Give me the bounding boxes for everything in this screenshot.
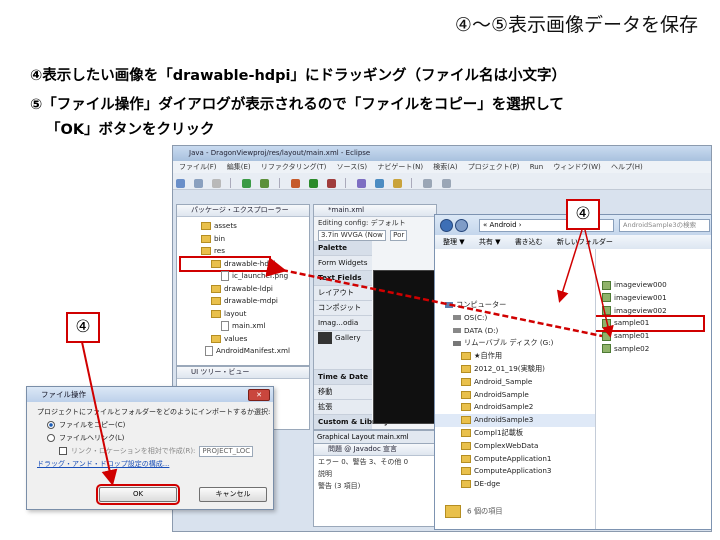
arrow-to-ok-button [81,341,118,486]
arrow-to-nav-folder [556,229,583,303]
drag-arrow-dashed [265,257,603,338]
arrow-to-file [584,229,614,338]
annotation-arrows [81,229,614,486]
